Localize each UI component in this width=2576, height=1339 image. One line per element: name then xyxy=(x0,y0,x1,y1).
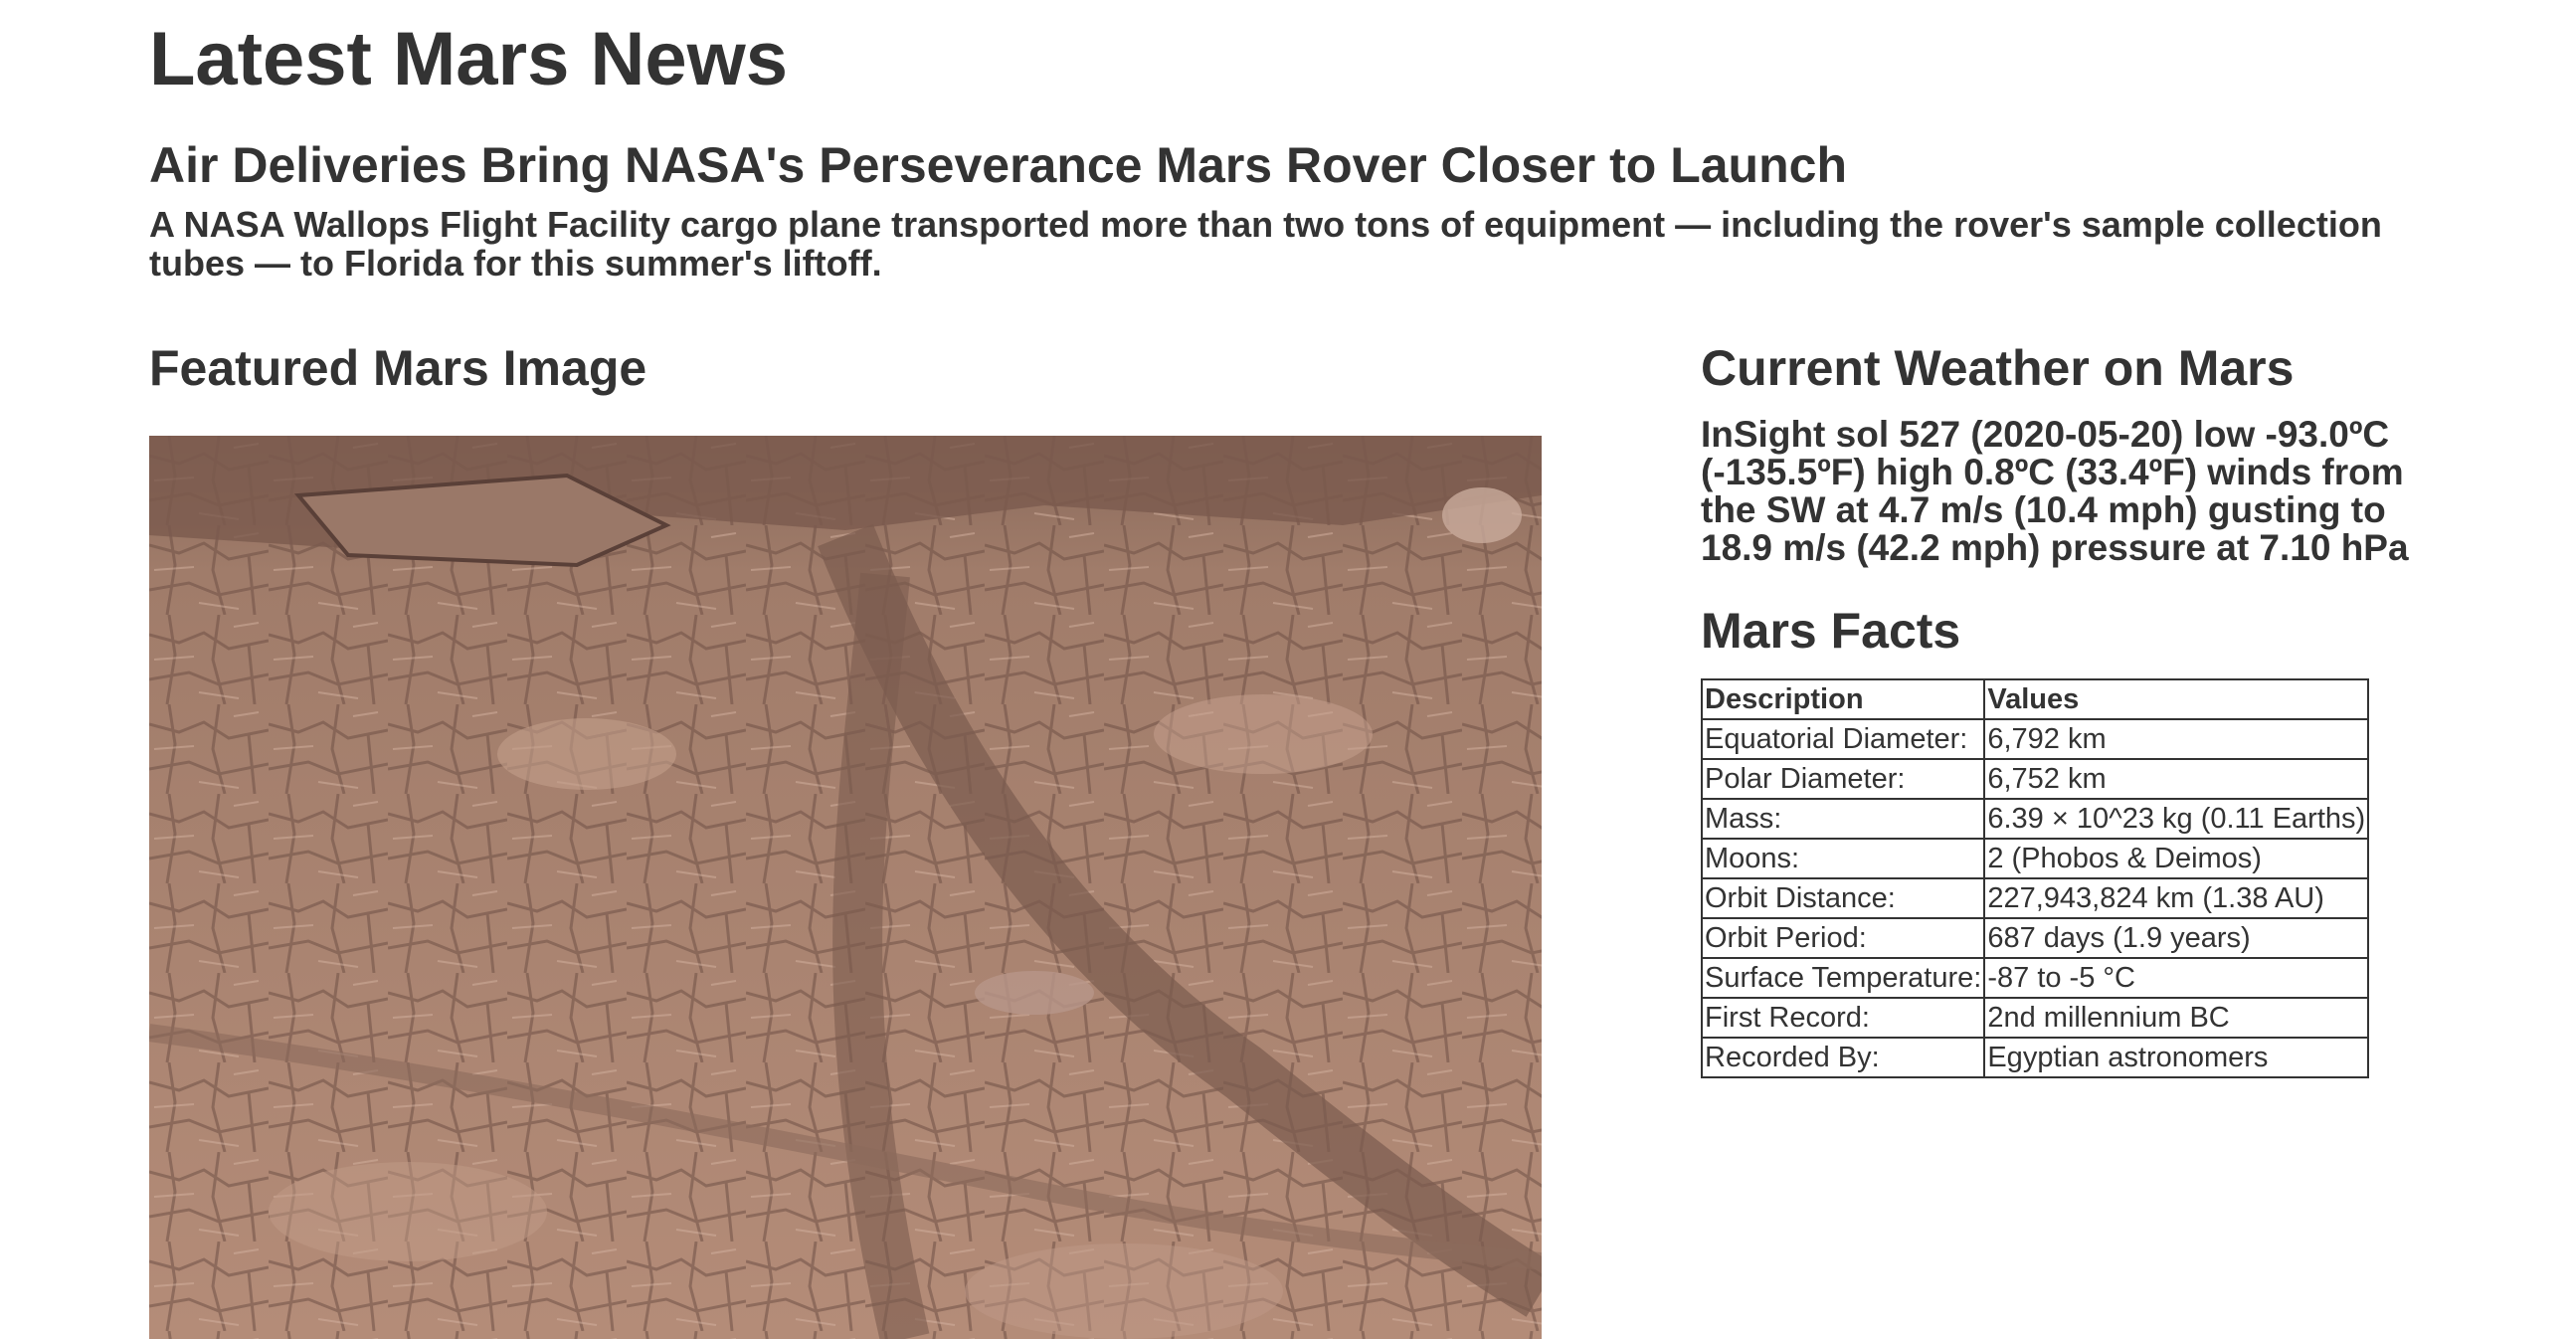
fact-description: Surface Temperature: xyxy=(1700,957,1986,999)
mars-terrain-photo xyxy=(149,436,1542,1339)
fact-value: 2nd millennium BC xyxy=(1983,997,2370,1039)
fact-value: 6,752 km xyxy=(1983,758,2370,800)
fact-description: Mass: xyxy=(1700,798,1986,840)
news-teaser: A NASA Wallops Flight Facility cargo pla… xyxy=(149,204,2382,284)
fact-description: Polar Diameter: xyxy=(1700,758,1986,800)
fact-description: Moons: xyxy=(1700,838,1986,879)
fact-value: Egyptian astronomers xyxy=(1983,1037,2370,1078)
facts-header-row: Description Values xyxy=(1700,678,2370,720)
column-header-description: Description xyxy=(1700,678,1986,720)
fact-description: Equatorial Diameter: xyxy=(1700,718,1986,760)
fact-value: 2 (Phobos & Deimos) xyxy=(1983,838,2370,879)
fact-value: 6.39 × 10^23 kg (0.11 Earths) xyxy=(1983,798,2370,840)
table-row: Recorded By: Egyptian astronomers xyxy=(1700,1037,2370,1078)
fact-value: 227,943,824 km (1.38 AU) xyxy=(1983,877,2370,919)
fact-value: 6,792 km xyxy=(1983,718,2370,760)
weather-heading: Current Weather on Mars xyxy=(1701,340,2295,396)
table-row: Mass: 6.39 × 10^23 kg (0.11 Earths) xyxy=(1700,798,2370,840)
news-headline[interactable]: Air Deliveries Bring NASA's Perseverance… xyxy=(149,135,1847,195)
fact-description: Orbit Period: xyxy=(1700,917,1986,959)
column-header-values: Values xyxy=(1983,678,2370,720)
table-row: Orbit Distance: 227,943,824 km (1.38 AU) xyxy=(1700,877,2370,919)
fact-value: 687 days (1.9 years) xyxy=(1983,917,2370,959)
weather-report: InSight sol 527 (2020-05-20) low -93.0ºC… xyxy=(1701,414,2409,568)
table-row: Surface Temperature: -87 to -5 °C xyxy=(1700,957,2370,999)
mars-facts-table: Description Values Equatorial Diameter: 6… xyxy=(1700,678,2370,1078)
facts-heading: Mars Facts xyxy=(1701,603,1961,659)
table-row: Equatorial Diameter: 6,792 km xyxy=(1700,718,2370,760)
featured-mars-image[interactable] xyxy=(149,436,1542,1339)
table-row: Orbit Period: 687 days (1.9 years) xyxy=(1700,917,2370,959)
fact-description: Recorded By: xyxy=(1700,1037,1986,1078)
featured-image-heading: Featured Mars Image xyxy=(149,340,647,396)
fact-value: -87 to -5 °C xyxy=(1983,957,2370,999)
table-row: First Record: 2nd millennium BC xyxy=(1700,997,2370,1039)
fact-description: Orbit Distance: xyxy=(1700,877,1986,919)
page-title: Latest Mars News xyxy=(149,17,789,101)
fact-description: First Record: xyxy=(1700,997,1986,1039)
table-row: Polar Diameter: 6,752 km xyxy=(1700,758,2370,800)
table-row: Moons: 2 (Phobos & Deimos) xyxy=(1700,838,2370,879)
